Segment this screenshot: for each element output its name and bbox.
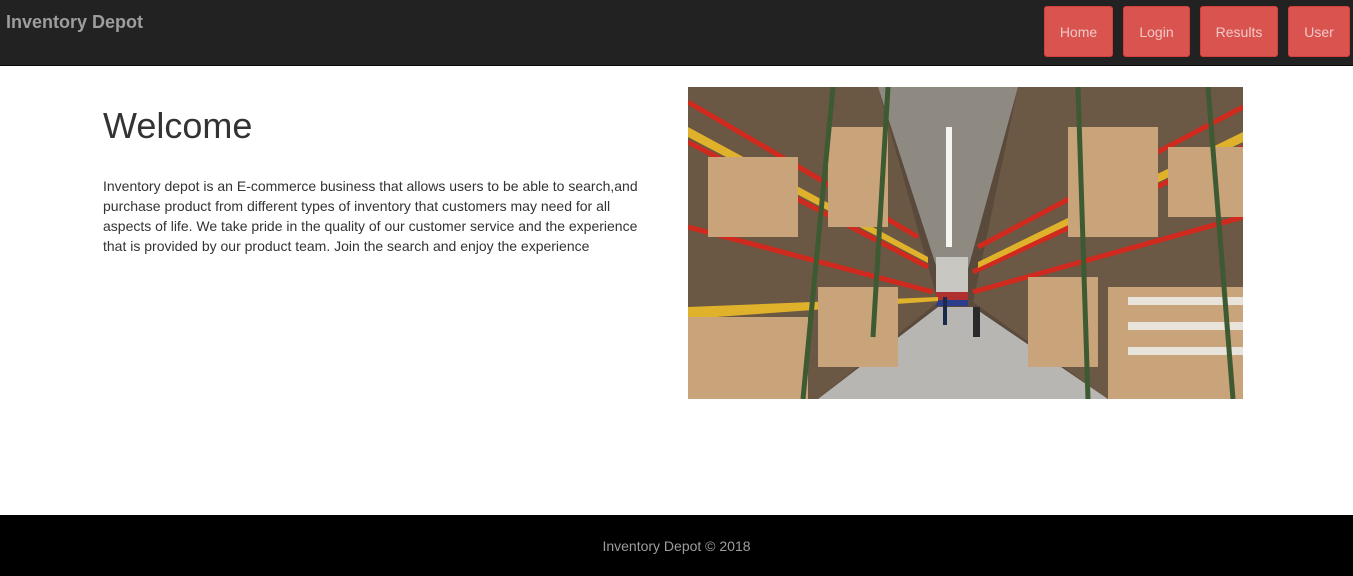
brand-link[interactable]: Inventory Depot: [6, 12, 143, 33]
welcome-heading: Welcome: [103, 105, 253, 146]
main-content: Welcome Inventory depot is an E-commerce…: [0, 67, 1353, 515]
warehouse-image: [688, 87, 1243, 399]
home-button[interactable]: Home: [1044, 6, 1113, 57]
user-button[interactable]: User: [1288, 6, 1350, 57]
footer-copyright: Inventory Depot © 2018: [602, 537, 751, 554]
intro-paragraph: Inventory depot is an E-commerce busines…: [103, 178, 638, 254]
login-button[interactable]: Login: [1123, 6, 1190, 57]
top-navbar: Inventory Depot Home Login Results User: [0, 0, 1353, 66]
results-button[interactable]: Results: [1200, 6, 1278, 57]
footer: Inventory Depot © 2018: [0, 515, 1353, 576]
